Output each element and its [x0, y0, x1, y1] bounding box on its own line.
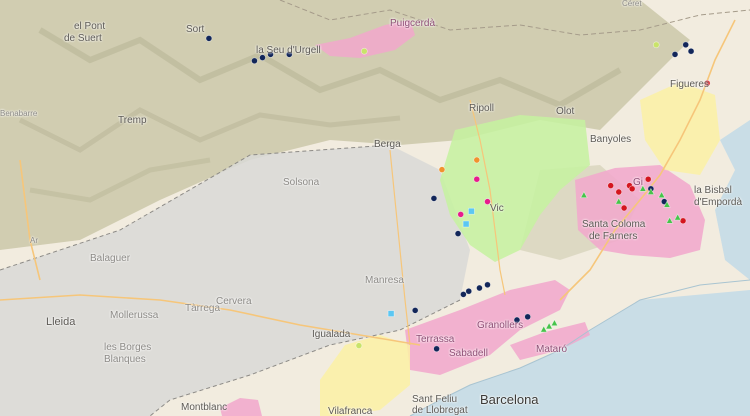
label-la-seu: la Seu d'Urgell: [256, 45, 321, 56]
label-ripoll: Ripoll: [469, 103, 495, 114]
label-de-suert: de Suert: [64, 33, 102, 44]
label-manresa: Manresa: [365, 275, 404, 286]
map-marker-yellowgreen[interactable]: [652, 41, 660, 49]
map-marker-navy[interactable]: [682, 41, 690, 49]
label-mataro: Mataró: [536, 344, 568, 355]
label-sort: Sort: [186, 24, 205, 35]
label-santa-coloma: Santa Coloma: [582, 219, 646, 230]
label-vilafranca: Vilafranca: [328, 406, 373, 416]
label-farners: de Farners: [589, 231, 638, 242]
map-marker-navy[interactable]: [687, 47, 695, 55]
label-lleida: Lleida: [46, 316, 76, 328]
label-les-borges: les Borges: [104, 342, 152, 353]
map-marker-yellowgreen[interactable]: [355, 342, 363, 349]
label-sant-feliu: Sant Feliu: [412, 394, 458, 405]
label-granollers: Granollers: [477, 320, 524, 331]
label-de-llobregat: de Llobregat: [412, 405, 468, 416]
label-sabadell: Sabadell: [449, 348, 488, 359]
label-tarrega: Tàrrega: [185, 303, 221, 314]
label-vic: Vic: [490, 203, 504, 214]
label-ceret: Céret: [622, 0, 642, 8]
map-marker-cyan[interactable]: [462, 220, 470, 228]
map-marker-red[interactable]: [644, 175, 652, 183]
map-marker-navy[interactable]: [524, 313, 531, 321]
label-cervera: Cervera: [216, 296, 252, 307]
map-marker-navy[interactable]: [205, 35, 213, 42]
zone-yellow-penedes: [320, 335, 410, 416]
map-marker-cyan[interactable]: [387, 310, 395, 317]
label-puigcerda: Puigcerdà: [390, 18, 436, 29]
label-balaguer: Balaguer: [90, 253, 131, 264]
label-girona: Gi: [633, 177, 643, 188]
map-marker-navy[interactable]: [454, 230, 462, 237]
label-la-bisbal: la Bisbal: [694, 185, 732, 196]
label-el-pont: el Pont: [74, 21, 106, 32]
map-marker-navy[interactable]: [671, 51, 679, 58]
label-solsona: Solsona: [283, 177, 320, 188]
label-tremp: Tremp: [118, 115, 147, 126]
label-mollerussa: Mollerussa: [110, 310, 159, 321]
label-figueres: Figueres: [670, 79, 709, 90]
map-marker-yellowgreen[interactable]: [360, 47, 368, 55]
label-emporda: d'Empordà: [694, 197, 743, 208]
map-marker-magenta[interactable]: [473, 175, 481, 183]
label-berga: Berga: [374, 139, 401, 150]
label-montblanc: Montblanc: [181, 402, 228, 413]
map-marker-green[interactable]: [550, 319, 559, 326]
map-marker-magenta[interactable]: [457, 211, 465, 218]
map-marker-navy[interactable]: [251, 57, 258, 65]
map-marker-cyan[interactable]: [468, 207, 475, 215]
label-blanques: Blanques: [104, 354, 146, 365]
map-marker-red[interactable]: [679, 217, 687, 225]
label-barcelona: Barcelona: [480, 392, 539, 407]
map-view[interactable]: el Pont de Suert Sort la Seu d'Urgell Pu…: [0, 0, 750, 416]
map-marker-navy[interactable]: [460, 291, 467, 298]
label-terrassa: Terrassa: [416, 334, 455, 345]
map-marker-navy[interactable]: [430, 195, 438, 202]
map-marker-navy[interactable]: [484, 281, 491, 289]
map-marker-navy[interactable]: [465, 287, 473, 295]
label-banyoles: Banyoles: [590, 134, 632, 145]
map-marker-navy[interactable]: [411, 307, 419, 314]
map-marker-red[interactable]: [615, 188, 623, 196]
map-marker-orange[interactable]: [473, 156, 481, 164]
map-marker-navy[interactable]: [433, 345, 440, 353]
label-olot: Olot: [556, 106, 575, 117]
zone-yellow-emporda: [640, 82, 720, 175]
map-marker-orange[interactable]: [438, 166, 446, 173]
map-marker-red[interactable]: [607, 182, 615, 189]
label-igualada: Igualada: [312, 329, 351, 340]
label-benabarre: Benabarre: [0, 109, 38, 118]
map-marker-red[interactable]: [620, 204, 628, 212]
label-ar: Ar: [30, 236, 38, 245]
map-marker-navy[interactable]: [476, 284, 483, 292]
